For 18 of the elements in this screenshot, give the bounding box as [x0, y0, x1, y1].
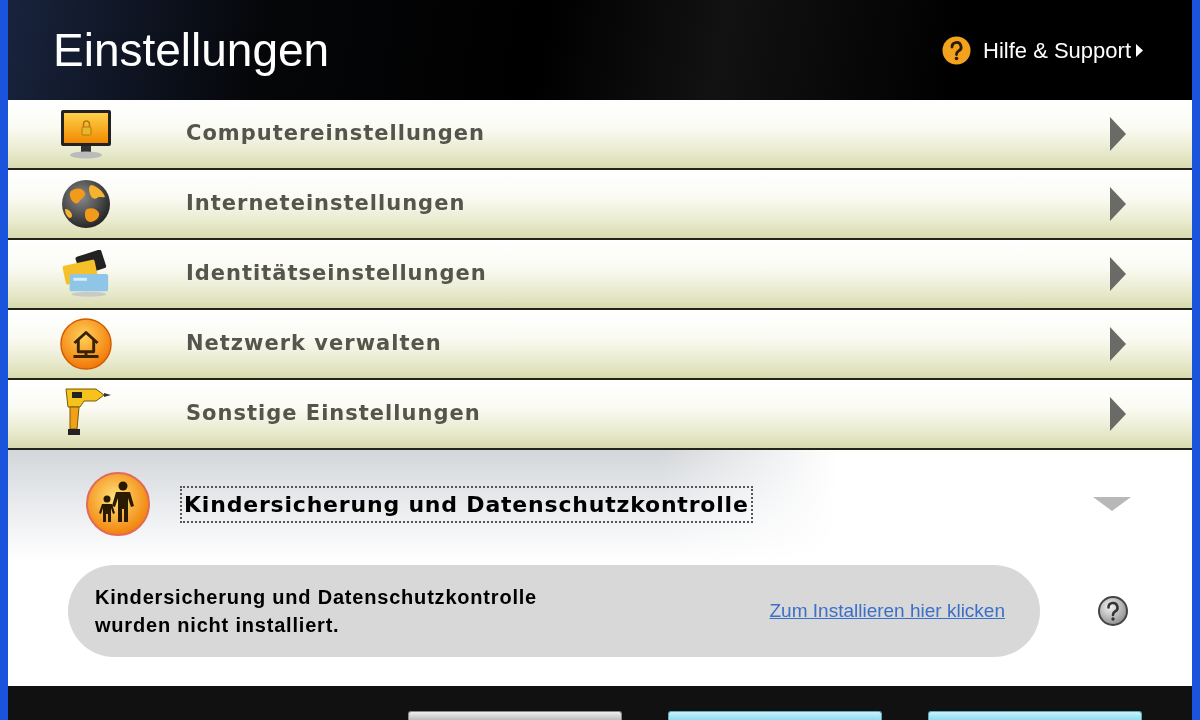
arrow-right-icon	[1110, 187, 1126, 221]
arrow-right-icon	[1110, 117, 1126, 151]
family-icon	[85, 471, 151, 537]
help-icon[interactable]	[1098, 596, 1128, 626]
help-icon	[942, 35, 972, 65]
footer-button[interactable]	[928, 711, 1142, 720]
info-message: Kindersicherung und Datenschutzkontrolle wurden nicht installiert.	[95, 585, 539, 638]
caret-down-icon	[1093, 497, 1131, 511]
arrow-right-icon	[1110, 397, 1126, 431]
house-network-icon	[60, 317, 112, 371]
arrow-right-icon	[1110, 257, 1126, 291]
globe-icon	[61, 179, 111, 229]
footer-button[interactable]	[408, 711, 622, 720]
help-link[interactable]: Hilfe & Support	[942, 33, 1143, 67]
arrow-right-icon	[1110, 327, 1126, 361]
footer-button[interactable]	[668, 711, 882, 720]
triangle-right-icon	[1136, 43, 1143, 57]
monitor-lock-icon	[60, 109, 112, 159]
